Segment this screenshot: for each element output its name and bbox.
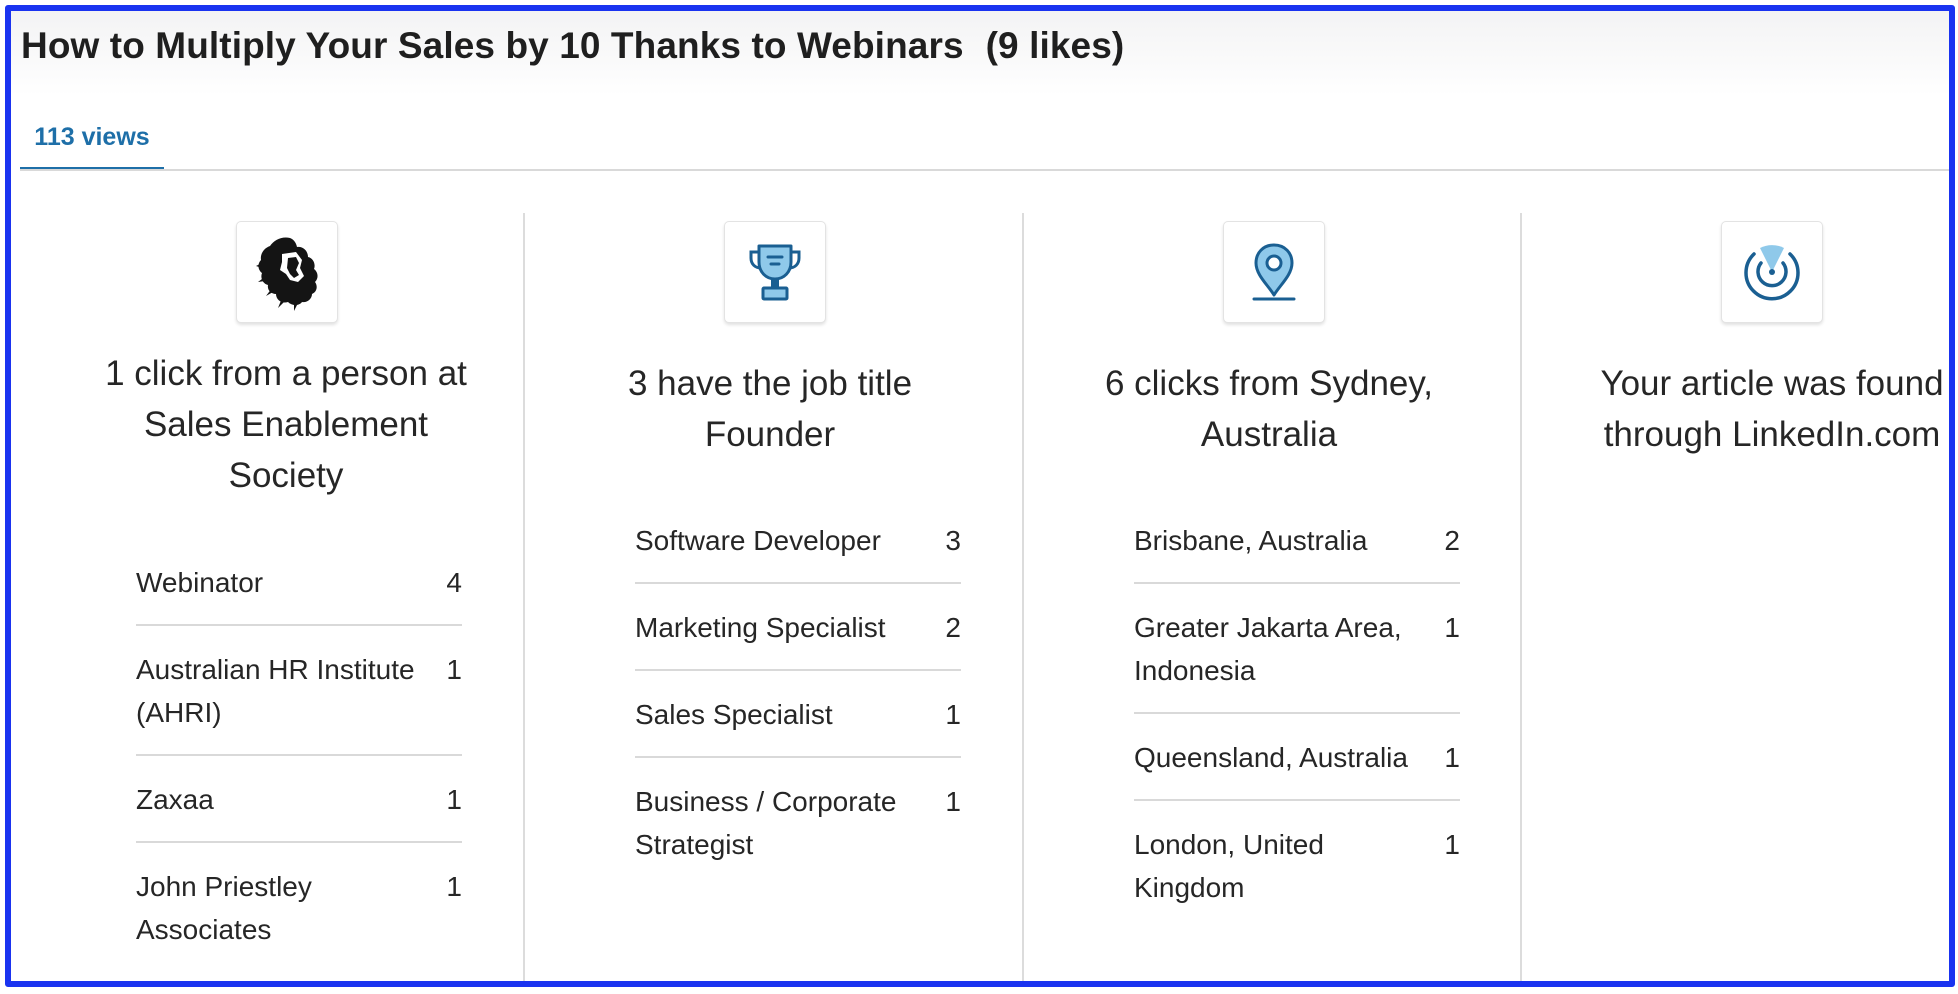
item-count: 1 bbox=[945, 786, 961, 817]
insight-traffic-source: Your article was found through LinkedIn.… bbox=[1520, 213, 1949, 981]
list-item: Brisbane, Australia 2 bbox=[1134, 519, 1460, 584]
item-count: 1 bbox=[1444, 612, 1460, 643]
trophy-icon bbox=[749, 244, 801, 301]
company-headline: 1 click from a person at Sales Enablemen… bbox=[105, 354, 467, 495]
item-name: Greater Jakarta Area, Indonesia bbox=[1134, 612, 1402, 686]
location-icon-box bbox=[1223, 221, 1325, 323]
insight-company: 1 click from a person at Sales Enablemen… bbox=[24, 213, 522, 981]
item-count: 1 bbox=[446, 654, 462, 685]
list-item: Zaxaa 1 bbox=[136, 778, 462, 843]
list-item: John Priestley Associates 1 bbox=[136, 865, 462, 971]
lion-logo-icon bbox=[256, 237, 318, 311]
item-count: 1 bbox=[1444, 829, 1460, 860]
item-name: Zaxaa bbox=[136, 784, 214, 815]
item-count: 1 bbox=[446, 871, 462, 902]
insight-location: 6 clicks from Sydney, Australia Brisbane… bbox=[1022, 213, 1522, 981]
stats-panel: How to Multiply Your Sales by 10 Thanks … bbox=[5, 5, 1955, 987]
company-list: Webinator 4 Australian HR Institute (AHRI… bbox=[136, 561, 462, 981]
item-name: Brisbane, Australia bbox=[1134, 525, 1368, 556]
item-name: Webinator bbox=[136, 567, 264, 598]
article-header: How to Multiply Your Sales by 10 Thanks … bbox=[11, 11, 1949, 111]
location-headline: 6 clicks from Sydney, Australia bbox=[1104, 364, 1434, 454]
insight-job-title: 3 have the job title Founder Software De… bbox=[523, 213, 1023, 981]
item-count: 1 bbox=[1444, 742, 1460, 773]
article-title: How to Multiply Your Sales by 10 Thanks … bbox=[21, 25, 1124, 67]
item-count: 4 bbox=[446, 567, 462, 598]
job-title-headline: 3 have the job title Founder bbox=[627, 364, 913, 454]
list-item: Greater Jakarta Area, Indonesia 1 bbox=[1134, 606, 1460, 714]
radar-icon bbox=[1744, 245, 1800, 301]
item-name: John Priestley Associates bbox=[136, 871, 312, 945]
item-name: London, United Kingdom bbox=[1134, 829, 1324, 903]
item-count: 2 bbox=[1444, 525, 1460, 556]
list-item: Business / Corporate Strategist 1 bbox=[635, 780, 961, 886]
list-item: Australian HR Institute (AHRI) 1 bbox=[136, 648, 462, 756]
tab-views[interactable]: 113 views bbox=[20, 109, 164, 171]
company-logo bbox=[236, 221, 338, 323]
job-title-icon-box bbox=[724, 221, 826, 323]
article-title-text: How to Multiply Your Sales by 10 Thanks … bbox=[21, 25, 964, 66]
item-count: 1 bbox=[945, 699, 961, 730]
item-name: Sales Specialist bbox=[635, 699, 833, 730]
item-name: Business / Corporate Strategist bbox=[635, 786, 897, 860]
item-count: 2 bbox=[945, 612, 961, 643]
insights-columns: 1 click from a person at Sales Enablemen… bbox=[11, 213, 1949, 981]
tab-divider bbox=[20, 169, 1949, 171]
item-count: 3 bbox=[945, 525, 961, 556]
list-item: Queensland, Australia 1 bbox=[1134, 736, 1460, 801]
traffic-source-icon-box bbox=[1721, 221, 1823, 323]
list-item: Marketing Specialist 2 bbox=[635, 606, 961, 671]
location-list: Brisbane, Australia 2 Greater Jakarta Are… bbox=[1134, 519, 1460, 951]
item-name: Marketing Specialist bbox=[635, 612, 886, 643]
item-count: 1 bbox=[446, 784, 462, 815]
list-item: Sales Specialist 1 bbox=[635, 693, 961, 758]
likes-count: (9 likes) bbox=[985, 25, 1125, 66]
list-item: Software Developer 3 bbox=[635, 519, 961, 584]
item-name: Australian HR Institute (AHRI) bbox=[136, 654, 415, 728]
job-title-list: Software Developer 3 Marketing Specialist… bbox=[635, 519, 961, 908]
list-item: London, United Kingdom 1 bbox=[1134, 823, 1460, 929]
item-name: Queensland, Australia bbox=[1134, 742, 1408, 773]
list-item: Webinator 4 bbox=[136, 561, 462, 626]
location-pin-icon bbox=[1252, 243, 1296, 301]
item-name: Software Developer bbox=[635, 525, 881, 556]
traffic-source-headline: Your article was found through LinkedIn.… bbox=[1600, 364, 1944, 454]
